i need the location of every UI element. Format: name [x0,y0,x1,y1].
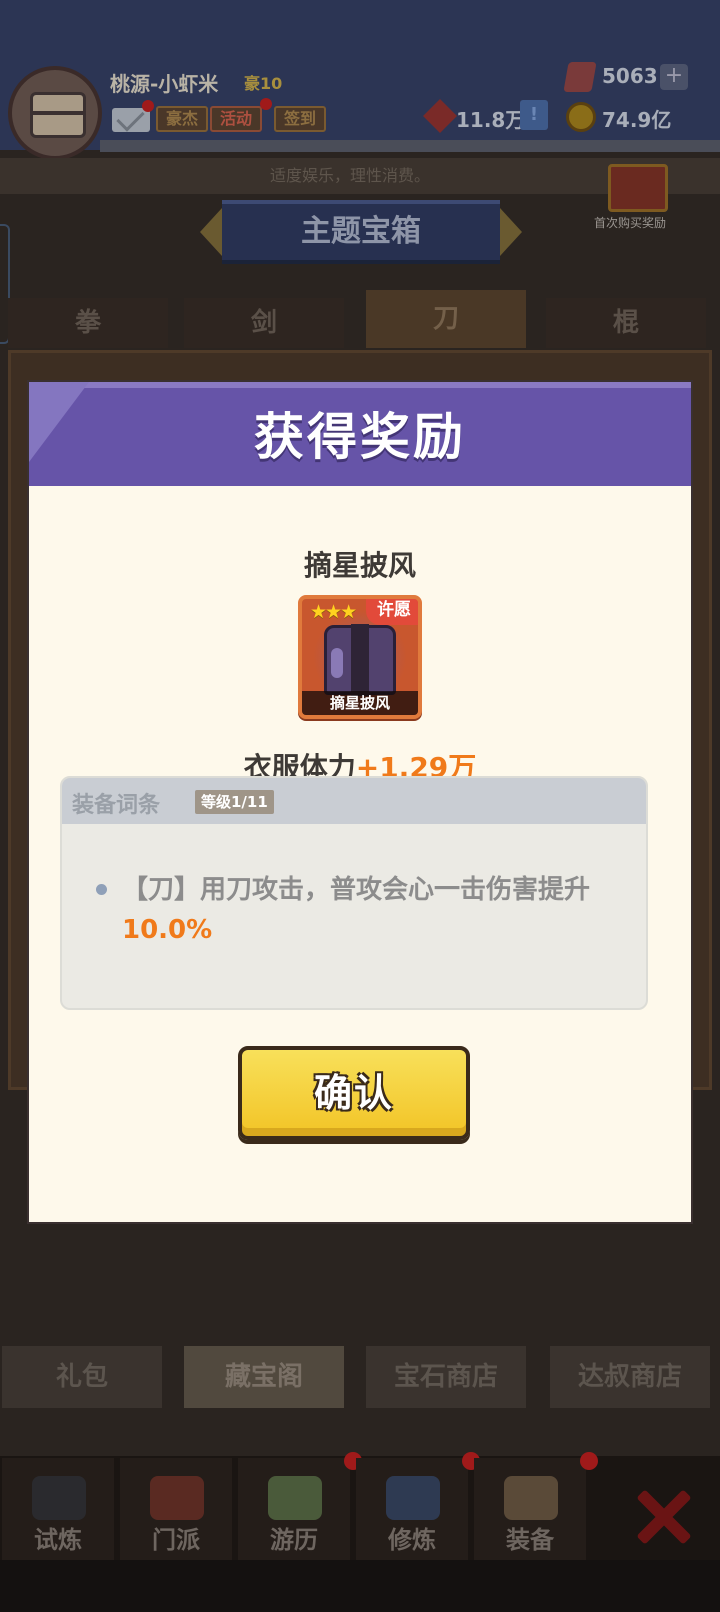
header-divider [100,140,720,152]
item-name: 摘星披风 [303,549,416,582]
close-icon[interactable] [634,1488,692,1546]
mail-notification-dot [142,100,154,112]
chest-avatar-icon [30,92,86,138]
tab-uncle-shop[interactable]: 达叔商店 [550,1346,710,1408]
mail-icon[interactable] [112,108,150,132]
theme-chest-banner: 主题宝箱 [200,200,522,264]
nav-equipment[interactable]: 装备 [474,1458,588,1560]
coin-icon [566,102,596,132]
nav-trial-label: 试炼 [34,1526,82,1554]
dialog-header: 获得奖励 [29,382,691,486]
tab-treasure-pavilion[interactable]: 藏宝阁 [184,1346,344,1408]
book-icon [386,1476,440,1520]
banner-title: 主题宝箱 [301,214,421,249]
activity-notification-dot [260,98,272,110]
temple-icon [150,1476,204,1520]
activity-button[interactable]: 活动 [210,106,263,132]
nav-trial[interactable]: 试炼 [2,1458,116,1560]
nav-cultivate[interactable]: 修炼 [356,1458,470,1560]
nav-travel[interactable]: 游历 [238,1458,352,1560]
coin-count: 74.9亿 [602,108,672,132]
cape-icon [324,624,396,696]
item-card[interactable]: ★★★ 许愿 摘星披风 [298,595,422,719]
confirm-label: 确认 [313,1071,394,1115]
power-info-button[interactable]: ! [520,100,548,130]
wish-badge: 许愿 [366,599,418,625]
affix-description: 【刀】用刀攻击，普攻会心一击伤害提升 10.0% [122,870,622,950]
affix-title: 装备词条 [72,793,161,818]
confirm-button[interactable]: 确认 [238,1046,470,1140]
tab-fist[interactable]: 拳 [8,298,168,348]
sword-icon [504,1476,558,1520]
tab-staff[interactable]: 棍 [546,298,706,348]
checkin-button[interactable]: 签到 [274,106,327,132]
hero-tag-button[interactable]: 豪杰 [156,106,209,132]
affix-description-text: 【刀】用刀攻击，普攻会心一击伤害提升 [122,875,591,905]
item-card-label: 摘星披风 [302,691,418,715]
reward-dialog: 获得奖励 摘星披风 ★★★ 许愿 摘星披风 衣服体力+1.29万 装备词条 等级… [29,382,691,1222]
vip-level: 豪10 [244,74,283,93]
bottom-strip [0,1560,720,1612]
affix-panel: 装备词条 等级1/11 【刀】用刀攻击，普攻会心一击伤害提升 10.0% [60,776,648,1010]
bullet-icon [96,884,107,895]
affix-value: 10.0% [122,915,213,945]
add-gems-button[interactable]: + [660,64,688,90]
dialog-title: 获得奖励 [254,408,466,466]
star-rating-icon: ★★★ [310,601,357,623]
nav-sect-label: 门派 [152,1526,200,1554]
gem-count: 5063 [602,64,658,88]
player-name: 桃源-小虾米 [110,72,219,96]
ninja-icon [32,1476,86,1520]
tab-sword[interactable]: 剑 [184,298,344,348]
nav-travel-label: 游历 [270,1526,318,1554]
player-avatar[interactable] [8,66,102,160]
equipment-notification-dot [580,1452,598,1470]
power-value: 11.8万 [456,108,526,132]
treasure-chest-icon[interactable] [608,164,668,212]
nav-equipment-label: 装备 [506,1526,554,1554]
affix-level-badge: 等级1/11 [195,790,274,814]
tab-blade[interactable]: 刀 [366,290,526,348]
tab-gift-pack[interactable]: 礼包 [2,1346,162,1408]
mountain-icon [268,1476,322,1520]
tab-gem-shop[interactable]: 宝石商店 [366,1346,526,1408]
nav-cultivate-label: 修炼 [388,1526,436,1554]
first-buy-reward-label: 首次购买奖励 [594,216,667,230]
nav-sect[interactable]: 门派 [120,1458,234,1560]
gem-icon [563,62,597,92]
affix-header: 装备词条 等级1/11 [62,778,646,824]
